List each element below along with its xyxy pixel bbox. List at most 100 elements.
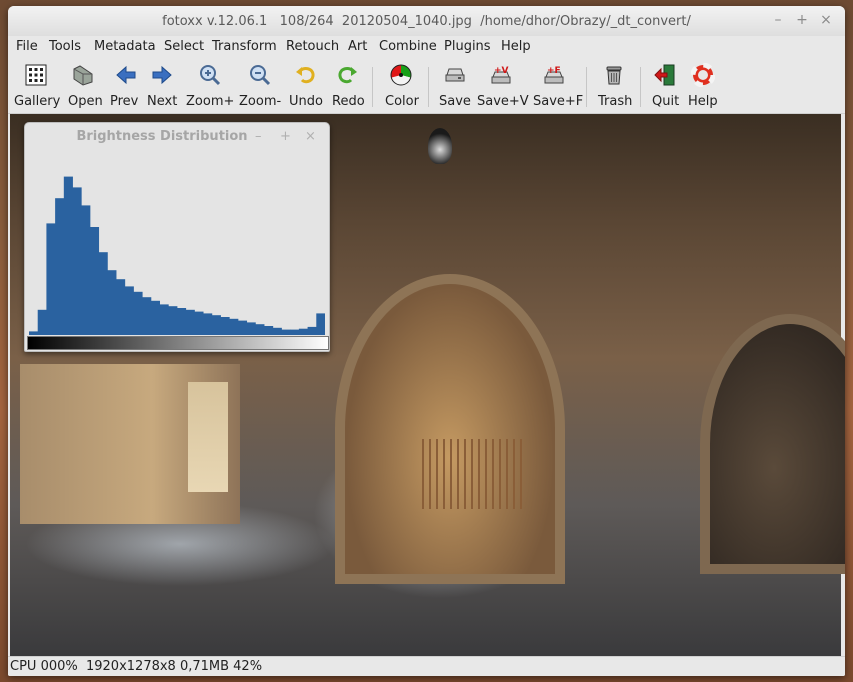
next-arrow-icon (152, 65, 172, 85)
dialog-maximize-icon[interactable]: + (280, 129, 291, 144)
menu-help[interactable]: Help (501, 39, 531, 54)
help-label: Help (688, 94, 718, 109)
redo-icon (338, 67, 357, 84)
histogram-bar (316, 313, 325, 335)
menu-plugins[interactable]: Plugins (444, 39, 491, 54)
status-text: CPU 000% 1920x1278x8 0,71MB 42% (10, 659, 263, 674)
undo-button[interactable]: Undo (288, 61, 324, 113)
prev-button[interactable]: Prev (110, 61, 142, 113)
histogram-bar (211, 315, 221, 335)
close-icon[interactable]: × (818, 12, 834, 28)
save-button[interactable]: Save (438, 61, 472, 113)
open-icon (73, 65, 93, 86)
maximize-icon[interactable]: + (794, 12, 810, 28)
toolbar: Gallery Open Prev Next Zoom+ Zoom- Undo … (8, 59, 845, 114)
histogram-bar (116, 279, 126, 335)
color-button[interactable]: Color (382, 61, 422, 113)
histogram-bar (220, 317, 230, 335)
histogram-bar (150, 300, 160, 335)
histogram-bar (290, 329, 300, 335)
menu-select[interactable]: Select (164, 39, 204, 54)
histogram-bar (281, 329, 291, 335)
histogram-bar (55, 198, 65, 335)
toolbar-separator (428, 67, 429, 107)
histogram-bar (264, 326, 274, 335)
histogram-bar (159, 304, 169, 335)
railing (422, 439, 522, 509)
redo-button[interactable]: Redo (330, 61, 365, 113)
menu-file[interactable]: File (16, 39, 38, 54)
svg-text:+F: +F (547, 66, 561, 76)
zoom-out-button[interactable]: Zoom- (238, 61, 282, 113)
toolbar-separator (372, 67, 373, 107)
quit-button[interactable]: Quit (650, 61, 680, 113)
trash-button[interactable]: Trash (596, 61, 632, 113)
zoom-out-label: Zoom- (239, 94, 282, 109)
prev-label: Prev (110, 94, 139, 109)
brightness-distribution-dialog[interactable]: Brightness Distribution – + × (24, 122, 330, 352)
quit-icon (654, 64, 675, 86)
histogram-bar (142, 297, 152, 335)
histogram-bar (246, 322, 256, 335)
histogram-bar (298, 328, 308, 335)
menu-art[interactable]: Art (348, 39, 367, 54)
save-file-button[interactable]: +F Save+F (532, 61, 583, 113)
gallery-label: Gallery (14, 94, 61, 109)
save-icon (445, 68, 465, 82)
toolbar-separator (586, 67, 587, 107)
color-label: Color (385, 94, 419, 109)
redo-label: Redo (332, 94, 365, 109)
histogram-bar (107, 270, 117, 335)
gallery-icon (25, 64, 47, 86)
next-button[interactable]: Next (146, 61, 180, 113)
save-label: Save (439, 94, 471, 109)
quit-label: Quit (652, 94, 680, 109)
svg-text:+V: +V (494, 66, 509, 76)
histogram-bar (29, 331, 39, 335)
menu-retouch[interactable]: Retouch (286, 39, 339, 54)
gallery-button[interactable]: Gallery (14, 61, 60, 113)
window-title: fotoxx v.12.06.1 108/264 20120504_1040.j… (162, 14, 691, 29)
arch-right (700, 314, 845, 574)
save-version-button[interactable]: +V Save+V (476, 61, 529, 113)
dialog-close-icon[interactable]: × (305, 129, 316, 144)
undo-icon (296, 67, 315, 84)
color-wheel-icon (390, 64, 412, 86)
histogram-bar (194, 311, 204, 335)
zoom-out-icon (250, 65, 271, 86)
menu-metadata[interactable]: Metadata (94, 39, 156, 54)
histogram-bar (185, 309, 195, 335)
histogram-bar (203, 313, 213, 335)
histogram-bar (177, 308, 187, 335)
zoom-in-button[interactable]: Zoom+ (186, 61, 235, 113)
open-button[interactable]: Open (66, 61, 103, 113)
help-button[interactable]: Help (686, 61, 720, 113)
arch-left (335, 274, 565, 584)
histogram-bar (81, 205, 91, 335)
histogram-bar (98, 252, 108, 335)
menu-bar: File Tools Metadata Select Transform Ret… (8, 36, 845, 58)
open-label: Open (68, 94, 103, 109)
histogram-plot (29, 176, 325, 335)
histogram-bar (272, 327, 282, 335)
zoom-in-icon (200, 65, 221, 86)
title-bar[interactable]: fotoxx v.12.06.1 108/264 20120504_1040.j… (8, 6, 845, 37)
help-icon (691, 63, 715, 87)
histogram-bar (124, 286, 134, 335)
menu-tools[interactable]: Tools (49, 39, 81, 54)
histogram-bar (89, 227, 100, 335)
status-bar: CPU 000% 1920x1278x8 0,71MB 42% (8, 656, 845, 676)
next-label: Next (147, 94, 178, 109)
zoom-in-label: Zoom+ (186, 94, 235, 109)
minimize-icon[interactable]: – (770, 12, 786, 28)
hanging-lamp (428, 128, 452, 164)
histogram-bar (46, 223, 56, 335)
menu-combine[interactable]: Combine (379, 39, 437, 54)
save-version-icon: +V (491, 66, 511, 84)
trash-label: Trash (598, 94, 633, 109)
dialog-minimize-icon[interactable]: – (255, 129, 262, 144)
histogram-bar (168, 306, 178, 335)
trash-icon (606, 66, 622, 85)
histogram-bar (229, 318, 239, 335)
menu-transform[interactable]: Transform (212, 39, 277, 54)
